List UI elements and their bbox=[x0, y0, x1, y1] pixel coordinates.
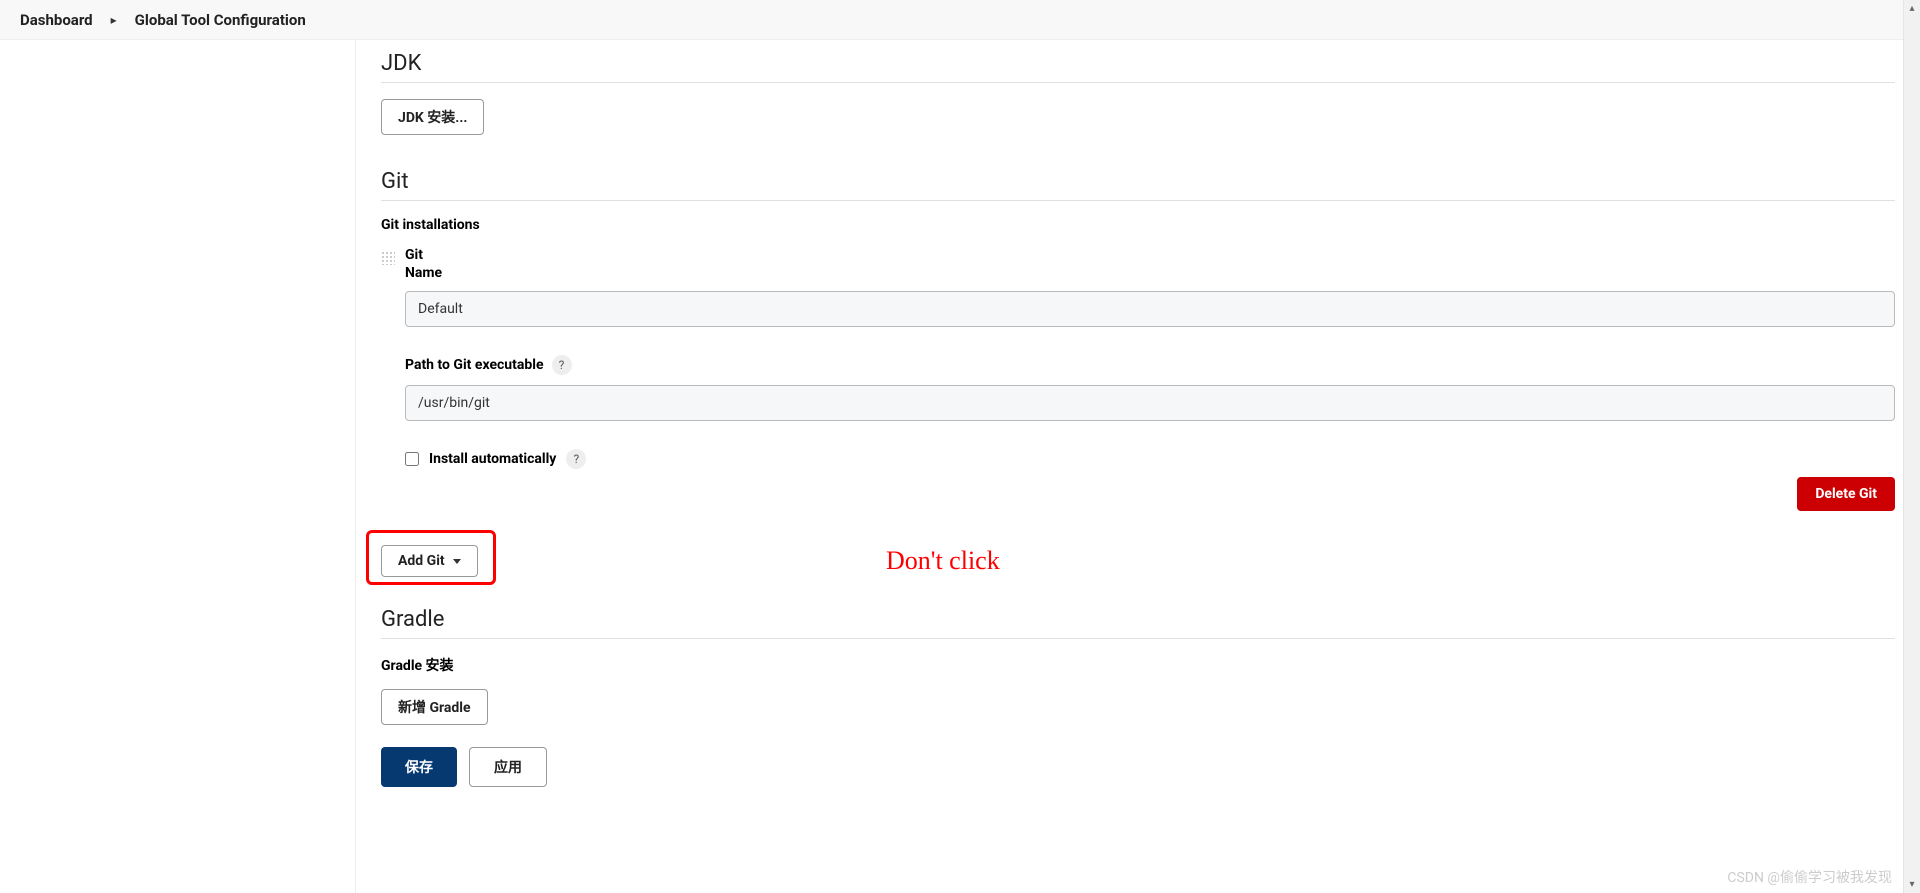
scroll-up-icon[interactable]: ▴ bbox=[1904, 0, 1920, 17]
add-gradle-button[interactable]: 新增 Gradle bbox=[381, 689, 488, 725]
divider bbox=[381, 200, 1895, 201]
section-title-gradle: Gradle bbox=[381, 607, 1895, 632]
scroll-down-icon[interactable]: ▾ bbox=[1904, 876, 1920, 893]
delete-git-button[interactable]: Delete Git bbox=[1797, 477, 1895, 511]
section-title-jdk: JDK bbox=[381, 50, 1895, 76]
git-tool-block: Git Name Path to Git executable ? Instal… bbox=[381, 247, 1895, 529]
install-auto-checkbox[interactable] bbox=[405, 452, 419, 466]
breadcrumb-current[interactable]: Global Tool Configuration bbox=[135, 11, 306, 29]
install-auto-label: Install automatically bbox=[429, 451, 556, 467]
git-path-label-text: Path to Git executable bbox=[405, 357, 544, 373]
git-name-label: Name bbox=[405, 265, 1895, 281]
git-tool-heading: Git bbox=[405, 247, 1895, 263]
add-git-button[interactable]: Add Git bbox=[381, 545, 478, 577]
add-git-label: Add Git bbox=[398, 553, 445, 569]
chevron-right-icon: ▸ bbox=[111, 13, 117, 27]
action-bar: 保存 应用 bbox=[381, 747, 1895, 787]
scrollbar[interactable]: ▴ ▾ bbox=[1903, 0, 1920, 893]
drag-handle-icon[interactable] bbox=[381, 251, 395, 265]
git-installations-label: Git installations bbox=[381, 217, 1895, 233]
git-path-label: Path to Git executable ? bbox=[405, 355, 1895, 375]
git-name-input[interactable] bbox=[405, 291, 1895, 327]
breadcrumb-dashboard[interactable]: Dashboard bbox=[20, 11, 93, 29]
divider bbox=[381, 638, 1895, 639]
caret-down-icon bbox=[453, 559, 461, 564]
help-icon[interactable]: ? bbox=[552, 355, 572, 375]
help-icon[interactable]: ? bbox=[566, 449, 586, 469]
jdk-install-button[interactable]: JDK 安装... bbox=[381, 99, 484, 135]
git-path-input[interactable] bbox=[405, 385, 1895, 421]
annotation-text: Don't click bbox=[886, 546, 1000, 576]
section-title-git: Git bbox=[381, 169, 1895, 194]
save-button[interactable]: 保存 bbox=[381, 747, 457, 787]
install-auto-row: Install automatically ? bbox=[405, 449, 1895, 469]
apply-button[interactable]: 应用 bbox=[469, 747, 547, 787]
breadcrumb: Dashboard ▸ Global Tool Configuration bbox=[0, 0, 1920, 40]
main-content: JDK JDK 安装... Git Git installations Git … bbox=[355, 40, 1920, 893]
gradle-install-label: Gradle 安装 bbox=[381, 655, 1895, 675]
divider bbox=[381, 82, 1895, 83]
watermark: CSDN @偷偷学习被我发现 bbox=[1727, 867, 1892, 887]
